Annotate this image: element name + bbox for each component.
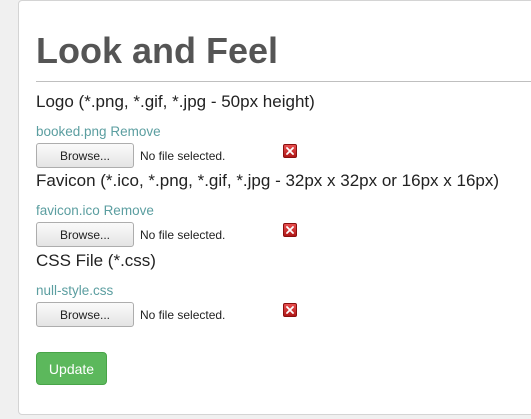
update-button[interactable]: Update — [36, 352, 107, 385]
logo-file-link[interactable]: booked.png — [36, 124, 107, 139]
favicon-heading: Favicon (*.ico, *.png, *.gif, *.jpg - 32… — [36, 171, 500, 190]
css-heading: CSS File (*.css) — [36, 251, 156, 270]
look-and-feel-panel: Look and Feel Logo (*.png, *.gif, *.jpg … — [18, 0, 531, 415]
favicon-file-link[interactable]: favicon.ico — [36, 203, 100, 218]
favicon-section: Favicon (*.ico, *.png, *.gif, *.jpg - 32… — [36, 171, 531, 247]
close-icon[interactable] — [283, 144, 297, 158]
logo-browse-button[interactable]: Browse... — [36, 143, 134, 168]
close-icon[interactable] — [283, 223, 297, 237]
css-section: CSS File (*.css) null-style.css Browse..… — [36, 251, 531, 327]
logo-file-status: No file selected. — [140, 149, 226, 163]
css-file-input: Browse... No file selected. — [36, 302, 336, 328]
page-title: Look and Feel — [36, 30, 279, 71]
favicon-remove-link[interactable]: Remove — [104, 203, 154, 218]
favicon-file-input: Browse... No file selected. — [36, 222, 336, 248]
favicon-current-file: favicon.ico Remove — [36, 203, 154, 219]
css-file-link[interactable]: null-style.css — [36, 283, 113, 298]
css-current-file: null-style.css — [36, 283, 113, 299]
title-divider — [36, 81, 531, 82]
favicon-browse-button[interactable]: Browse... — [36, 222, 134, 247]
css-file-status: No file selected. — [140, 308, 226, 322]
favicon-file-status: No file selected. — [140, 228, 226, 242]
logo-heading: Logo (*.png, *.gif, *.jpg - 50px height) — [36, 92, 315, 111]
close-icon[interactable] — [283, 303, 297, 317]
logo-current-file: booked.png Remove — [36, 124, 161, 140]
logo-section: Logo (*.png, *.gif, *.jpg - 50px height)… — [36, 92, 531, 168]
logo-file-input: Browse... No file selected. — [36, 143, 336, 169]
css-browse-button[interactable]: Browse... — [36, 302, 134, 327]
logo-remove-link[interactable]: Remove — [110, 124, 160, 139]
